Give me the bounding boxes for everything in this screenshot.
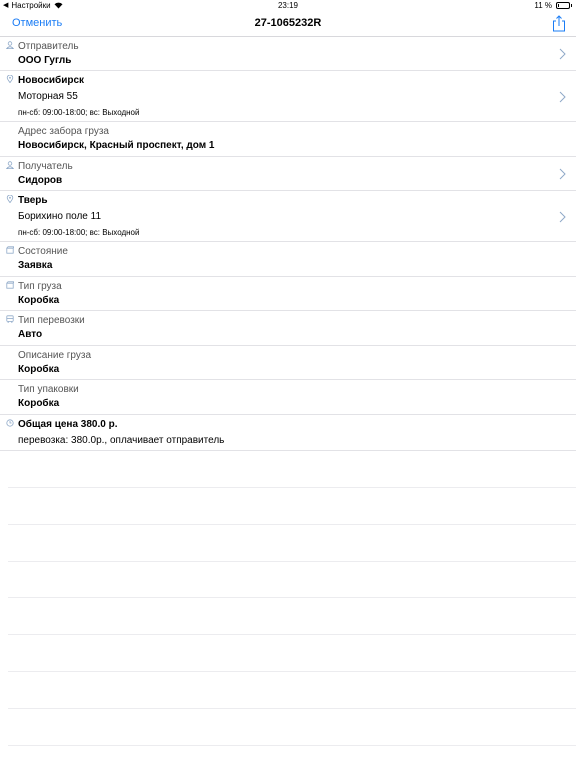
status-bar: ◀ Настройки 23:19 11 % — [0, 0, 576, 12]
cargo-description-label: Описание груза — [18, 350, 92, 361]
location-pin-icon — [6, 75, 14, 83]
chevron-right-icon — [559, 48, 566, 60]
empty-row-separator — [8, 524, 576, 525]
cargo-description-value: Коробка — [18, 364, 60, 375]
total-price-detail: перевозка: 380.0р., оплачивает отправите… — [18, 435, 225, 446]
recipient-address-row[interactable]: Тверь Борихино поле 11 пн-сб: 09:00-18:0… — [0, 191, 576, 242]
transport-type-value: Авто — [18, 329, 43, 340]
chevron-right-icon — [559, 168, 566, 180]
recipient-row[interactable]: Получатель Сидоров — [0, 157, 576, 191]
transport-type-row: Тип перевозки Авто — [0, 311, 576, 346]
sender-street: Моторная 55 — [18, 91, 78, 102]
box-icon — [6, 246, 14, 254]
state-value: Заявка — [18, 260, 53, 271]
person-icon — [6, 41, 14, 49]
chevron-right-icon — [559, 91, 566, 103]
clock-icon — [6, 419, 14, 427]
share-icon — [553, 15, 565, 32]
empty-row-separator — [8, 745, 576, 746]
empty-row-separator — [8, 487, 576, 488]
state-label: Состояние — [18, 246, 68, 257]
empty-row-separator — [8, 708, 576, 709]
recipient-city: Тверь — [18, 195, 48, 206]
battery-percent: 11 % — [534, 1, 552, 10]
empty-row-separator — [8, 597, 576, 598]
empty-row-separator — [8, 671, 576, 672]
empty-row-separator — [8, 634, 576, 635]
sender-city: Новосибирск — [18, 75, 85, 86]
recipient-value: Сидоров — [18, 175, 63, 186]
state-row: Состояние Заявка — [0, 242, 576, 277]
sender-label: Отправитель — [18, 41, 79, 52]
pickup-label: Адрес забора груза — [18, 126, 109, 137]
cargo-type-row: Тип груза Коробка — [0, 277, 576, 311]
recipient-hours: пн-сб: 09:00-18:00; вс: Выходной — [18, 228, 140, 237]
cargo-type-value: Коробка — [18, 295, 60, 306]
chevron-right-icon — [559, 211, 566, 223]
pickup-address-row: Адрес забора груза Новосибирск, Красный … — [0, 122, 576, 157]
status-bar-right: 11 % — [534, 1, 572, 10]
shipment-details-list: Отправитель ООО Гугль Новосибирск Моторн… — [0, 37, 576, 451]
transport-type-label: Тип перевозки — [18, 315, 85, 326]
location-pin-icon — [6, 195, 14, 203]
cargo-description-row: Описание груза Коробка — [0, 346, 576, 380]
recipient-street: Борихино поле 11 — [18, 211, 102, 222]
sender-address-row[interactable]: Новосибирск Моторная 55 пн-сб: 09:00-18:… — [0, 71, 576, 122]
navigation-bar: Отменить 27-1065232R — [0, 12, 576, 37]
packaging-type-label: Тип упаковки — [18, 384, 79, 395]
box-icon — [6, 281, 14, 289]
status-time: 23:19 — [277, 1, 299, 10]
bus-icon — [6, 315, 14, 323]
empty-row-separator — [8, 561, 576, 562]
share-button[interactable] — [552, 15, 566, 32]
battery-level — [558, 4, 559, 7]
pickup-value: Новосибирск, Красный проспект, дом 1 — [18, 140, 215, 151]
page-title: 27-1065232R — [254, 17, 322, 29]
person-icon — [6, 161, 14, 169]
sender-hours: пн-сб: 09:00-18:00; вс: Выходной — [18, 108, 140, 117]
total-price-row: Общая цена 380.0 р. перевозка: 380.0р., … — [0, 415, 576, 451]
sender-value: ООО Гугль — [18, 55, 72, 66]
packaging-type-row: Тип упаковки Коробка — [0, 380, 576, 415]
battery-icon — [556, 2, 572, 9]
sender-row[interactable]: Отправитель ООО Гугль — [0, 37, 576, 71]
total-price-title: Общая цена 380.0 р. — [18, 419, 118, 430]
recipient-label: Получатель — [18, 161, 73, 172]
packaging-type-value: Коробка — [18, 398, 60, 409]
cargo-type-label: Тип груза — [18, 281, 62, 292]
